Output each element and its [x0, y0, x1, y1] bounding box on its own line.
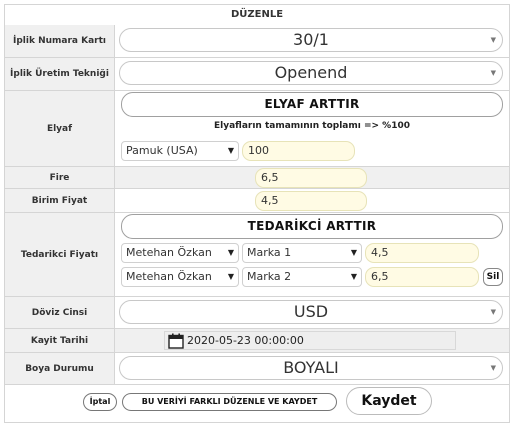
edit-panel: DÜZENLE İplik Numara Kartı 30/1 ▼ İplik …	[4, 4, 510, 423]
tedarikci-brand-select-1[interactable]: Marka 1 ▼	[242, 243, 362, 263]
remove-supplier-button[interactable]: Sil	[483, 268, 503, 286]
row-iplik-numara: İplik Numara Kartı 30/1 ▼	[5, 25, 509, 58]
iplik-uretim-select[interactable]: Openend ▼	[119, 61, 503, 85]
label-elyaf: Elyaf	[5, 91, 115, 167]
row-kayit: Kayit Tarihi 2020-05-23 00:00:00	[5, 329, 509, 353]
calendar-icon	[168, 333, 184, 349]
row-boya: Boya Durumu BOYALI ▼	[5, 353, 509, 385]
label-tedarikci: Tedarikci Fiyatı	[5, 213, 115, 297]
caret-down-icon: ▼	[490, 69, 496, 77]
label-kayit: Kayit Tarihi	[5, 329, 115, 353]
row-doviz: Döviz Cinsi USD ▼	[5, 297, 509, 329]
tedarikci-price-input-1[interactable]: 4,5	[365, 243, 479, 263]
caret-down-icon: ▼	[227, 248, 234, 257]
elyaf-add-button[interactable]: ELYAF ARTTIR	[121, 92, 503, 117]
caret-down-icon: ▼	[490, 308, 496, 316]
duplicate-save-button[interactable]: BU VERİYİ FARKLI DÜZENLE VE KAYDET	[122, 393, 337, 411]
caret-down-icon: ▼	[227, 272, 234, 281]
caret-down-icon: ▼	[350, 272, 357, 281]
label-iplik-numara: İplik Numara Kartı	[5, 25, 115, 58]
tedarikci-brand-select-2[interactable]: Marka 2 ▼	[242, 267, 362, 287]
fire-input[interactable]: 6,5	[255, 168, 367, 188]
elyaf-type-select[interactable]: Pamuk (USA) ▼	[121, 141, 239, 161]
doviz-value: USD	[293, 302, 329, 321]
row-elyaf: Elyaf ELYAF ARTTIR Elyafların tamamının …	[5, 91, 509, 167]
elyaf-percent-input[interactable]: 100	[242, 141, 355, 161]
iplik-uretim-value: Openend	[274, 63, 348, 82]
caret-down-icon: ▼	[490, 36, 496, 44]
save-button[interactable]: Kaydet	[346, 387, 432, 415]
tedarikci-price-input-2[interactable]: 6,5	[365, 267, 479, 287]
supplier-value: Metehan Özkan	[126, 270, 212, 283]
supplier-value: Metehan Özkan	[126, 246, 212, 259]
row-fire: Fire 6,5	[5, 167, 509, 189]
caret-down-icon: ▼	[227, 146, 234, 155]
caret-down-icon: ▼	[350, 248, 357, 257]
caret-down-icon: ▼	[490, 364, 496, 372]
label-boya: Boya Durumu	[5, 353, 115, 385]
form-actions: İptal BU VERİYİ FARKLI DÜZENLE VE KAYDET…	[5, 385, 509, 423]
brand-value: Marka 2	[247, 270, 292, 283]
panel-title: DÜZENLE	[230, 9, 284, 20]
label-iplik-uretim: İplik Üretim Tekniği	[5, 58, 115, 91]
kayit-date-field[interactable]: 2020-05-23 00:00:00	[164, 331, 456, 350]
boya-value: BOYALI	[283, 358, 339, 377]
row-iplik-uretim: İplik Üretim Tekniği Openend ▼	[5, 58, 509, 91]
boya-select[interactable]: BOYALI ▼	[119, 356, 503, 380]
tedarikci-add-button[interactable]: TEDARİKCİ ARTTIR	[121, 214, 503, 239]
iplik-numara-value: 30/1	[293, 30, 329, 49]
cancel-button[interactable]: İptal	[83, 393, 117, 411]
tedarikci-supplier-select-1[interactable]: Metehan Özkan ▼	[121, 243, 239, 263]
kayit-date-value: 2020-05-23 00:00:00	[187, 334, 304, 347]
elyaf-type-value: Pamuk (USA)	[126, 144, 198, 157]
brand-value: Marka 1	[247, 246, 292, 259]
label-birim-fiyat: Birim Fiyat	[5, 189, 115, 213]
label-doviz: Döviz Cinsi	[5, 297, 115, 329]
birim-fiyat-input[interactable]: 4,5	[255, 191, 367, 211]
label-fire: Fire	[5, 167, 115, 189]
row-birim-fiyat: Birim Fiyat 4,5	[5, 189, 509, 213]
elyaf-total-note: Elyafların tamamının toplamı => %100	[213, 121, 410, 131]
row-tedarikci: Tedarikci Fiyatı TEDARİKCİ ARTTIR Meteha…	[5, 213, 509, 297]
iplik-numara-select[interactable]: 30/1 ▼	[119, 28, 503, 52]
tedarikci-supplier-select-2[interactable]: Metehan Özkan ▼	[121, 267, 239, 287]
doviz-select[interactable]: USD ▼	[119, 300, 503, 324]
